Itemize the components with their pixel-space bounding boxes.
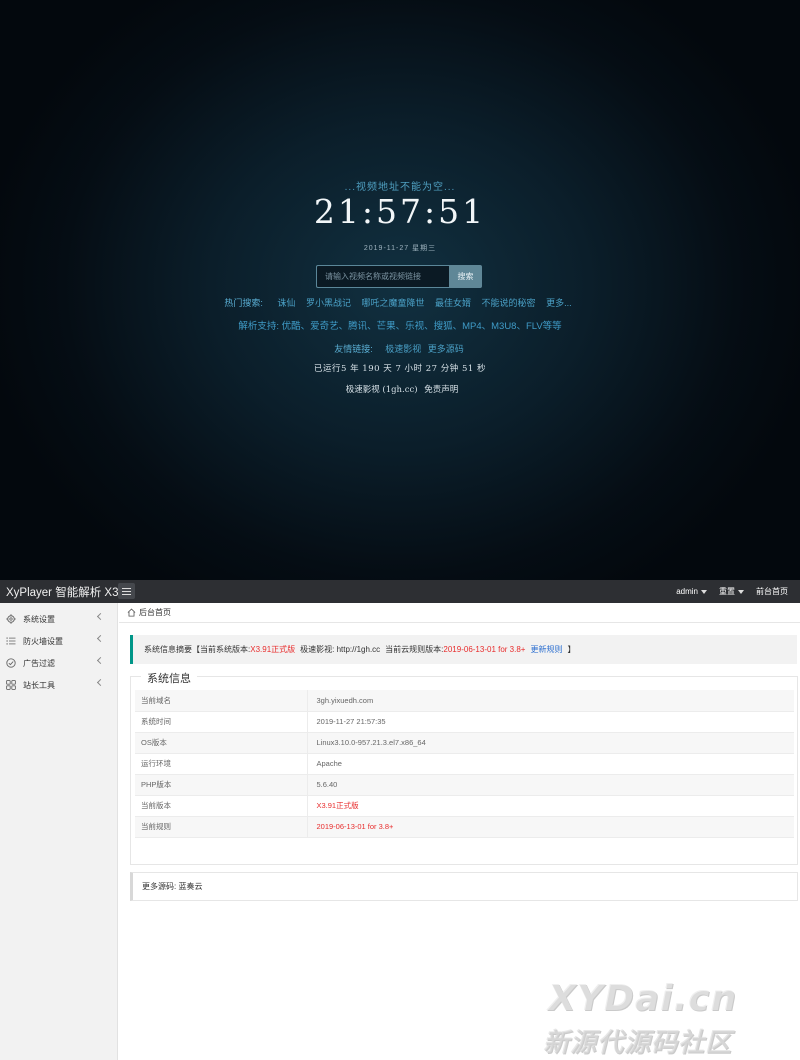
- sidebar-item-firewall-settings[interactable]: 防火墙设置: [0, 630, 117, 652]
- system-info-legend: 系统信息: [141, 670, 197, 686]
- top-bar: XyPlayer 智能解析 X3 admin 重置 前台首页: [0, 580, 800, 603]
- front-page-preview: ...视频地址不能为空... 21:57:51 2019-11-27 星期三 搜…: [0, 0, 800, 580]
- friend-link[interactable]: 极速影视: [385, 344, 421, 354]
- disclaimer-link[interactable]: 免责声明: [424, 385, 458, 395]
- friend-links-label: 友情链接:: [334, 344, 373, 354]
- top-bar-actions: admin 重置 前台首页: [676, 580, 800, 603]
- menu-toggle-button[interactable]: [118, 583, 135, 599]
- watermark-line2: 新源代源码社区: [543, 1028, 733, 1058]
- sidebar-item-webmaster-tools[interactable]: 站长工具: [0, 674, 117, 696]
- chevron-left-icon: [96, 612, 105, 621]
- list-icon: [6, 636, 16, 646]
- user-name: admin: [676, 587, 698, 596]
- info-value: Linux3.10.0-957.21.3.el7.x86_64: [307, 732, 794, 754]
- hot-search-link[interactable]: 哪吒之魔童降世: [361, 298, 424, 308]
- system-info-panel: 系统信息 当前域名 3gh.yixuedh.com 系统时间 2019-11-2…: [130, 670, 798, 865]
- menu-icon: [122, 587, 131, 595]
- sidebar-item-label: 系统设置: [23, 614, 55, 624]
- clock: 21:57:51: [313, 192, 487, 231]
- gear-icon: [6, 614, 16, 624]
- info-key: PHP版本: [135, 774, 308, 796]
- hot-search-more-link[interactable]: 更多...: [546, 298, 572, 308]
- more-source-text: 更多源码: 蓝奏云: [142, 882, 203, 891]
- chevron-left-icon: [96, 634, 105, 643]
- chevron-left-icon: [96, 678, 105, 687]
- sidebar: 系统设置 防火墙设置 广告过滤 站长工具: [0, 603, 118, 1060]
- front-home-link[interactable]: 前台首页: [756, 586, 788, 597]
- sidebar-item-system-settings[interactable]: 系统设置: [0, 608, 117, 630]
- sidebar-item-label: 站长工具: [23, 680, 55, 690]
- caret-down-icon: [701, 589, 707, 594]
- info-key: 当前规则: [135, 816, 308, 838]
- summary-rule-label: 当前云规则版本:: [385, 645, 444, 654]
- breadcrumb-home[interactable]: 后台首页: [139, 607, 171, 618]
- table-row: 运行环境 Apache: [135, 753, 794, 775]
- user-menu[interactable]: admin: [676, 587, 707, 596]
- info-value: 3gh.yixuedh.com: [307, 690, 794, 712]
- hot-searches-label: 热门搜索:: [224, 298, 263, 308]
- table-row: 系统时间 2019-11-27 21:57:35: [135, 711, 794, 733]
- table-row: PHP版本 5.6.40: [135, 774, 794, 796]
- sidebar-item-label: 广告过滤: [23, 658, 55, 668]
- summary-prefix: 系统信息摘要【当前系统版本:: [144, 645, 251, 654]
- home-icon: [127, 608, 136, 617]
- info-value: 5.6.40: [307, 774, 794, 796]
- info-key: 当前版本: [135, 795, 308, 817]
- hot-search-link[interactable]: 不能说的秘密: [482, 298, 536, 308]
- info-key: 系统时间: [135, 711, 308, 733]
- date: 2019-11-27 星期三: [363, 245, 437, 252]
- watermark-line1: XYDai.cn: [548, 978, 737, 1019]
- grid-icon: [6, 680, 16, 690]
- brand-title: XyPlayer 智能解析 X3: [6, 587, 119, 599]
- hot-search-link[interactable]: 诛仙: [277, 298, 295, 308]
- summary-suffix: 】: [567, 645, 576, 654]
- circle-check-icon: [6, 658, 16, 668]
- chevron-left-icon: [96, 656, 105, 665]
- reset-menu[interactable]: 重置: [719, 586, 744, 597]
- info-key: 当前域名: [135, 690, 308, 712]
- supported-sources: 解析支持: 优酷、爱奇艺、腾讯、芒果、乐视、搜狐、MP4、M3U8、FLV等等: [238, 321, 562, 332]
- sidebar-item-ad-filter[interactable]: 广告过滤: [0, 652, 117, 674]
- info-key: OS版本: [135, 732, 308, 754]
- watermark: XYDai.cn 新源代源码社区: [543, 978, 793, 1058]
- system-summary: 系统信息摘要【当前系统版本: X3.91正式版 极速影视: http://1gh…: [130, 635, 797, 664]
- table-row: 当前版本 X3.91正式版: [135, 795, 794, 817]
- footer: 极速影视 (1gh.cc) 免责声明: [0, 383, 800, 395]
- hot-searches: 热门搜索: 诛仙 罗小黑战记 哪吒之魔童降世 最佳女婿 不能说的秘密 更多...: [0, 296, 800, 309]
- system-info-table: 当前域名 3gh.yixuedh.com 系统时间 2019-11-27 21:…: [135, 690, 794, 838]
- info-key: 运行环境: [135, 753, 308, 775]
- reset-label: 重置: [719, 587, 735, 596]
- table-row: 当前域名 3gh.yixuedh.com: [135, 690, 794, 712]
- uptime-text: 已运行5 年 190 天 7 小时 27 分钟 51 秒: [314, 364, 486, 374]
- more-source-note: 更多源码: 蓝奏云: [130, 872, 798, 901]
- sidebar-item-label: 防火墙设置: [23, 636, 63, 646]
- hot-search-link[interactable]: 最佳女婿: [435, 298, 471, 308]
- empty-url-notice: ...视频地址不能为空...: [344, 182, 456, 193]
- search-form: 搜索: [316, 265, 482, 288]
- footer-site-name: 极速影视 (1gh.cc): [345, 385, 418, 395]
- table-row: 当前规则 2019-06-13-01 for 3.8+: [135, 816, 794, 838]
- hot-search-link[interactable]: 罗小黑战记: [306, 298, 351, 308]
- info-value: 2019-11-27 21:57:35: [307, 711, 794, 733]
- info-value: Apache: [307, 753, 794, 775]
- caret-down-icon: [738, 589, 744, 594]
- breadcrumb: 后台首页: [119, 603, 800, 623]
- summary-rule-version: 2019-06-13-01 for 3.8+: [443, 645, 526, 654]
- summary-version: X3.91正式版: [250, 645, 296, 654]
- front-home-label: 前台首页: [756, 587, 788, 596]
- table-row: OS版本 Linux3.10.0-957.21.3.el7.x86_64: [135, 732, 794, 754]
- search-button[interactable]: 搜索: [449, 265, 482, 288]
- search-input[interactable]: [316, 265, 449, 288]
- update-rules-link[interactable]: 更新规则: [530, 644, 562, 655]
- summary-site: 极速影视: http://1gh.cc: [300, 645, 381, 654]
- friend-links: 友情链接: 极速影视 更多源码: [0, 342, 800, 355]
- info-value: 2019-06-13-01 for 3.8+: [307, 816, 794, 838]
- friend-link[interactable]: 更多源码: [428, 344, 464, 354]
- info-value: X3.91正式版: [307, 795, 794, 817]
